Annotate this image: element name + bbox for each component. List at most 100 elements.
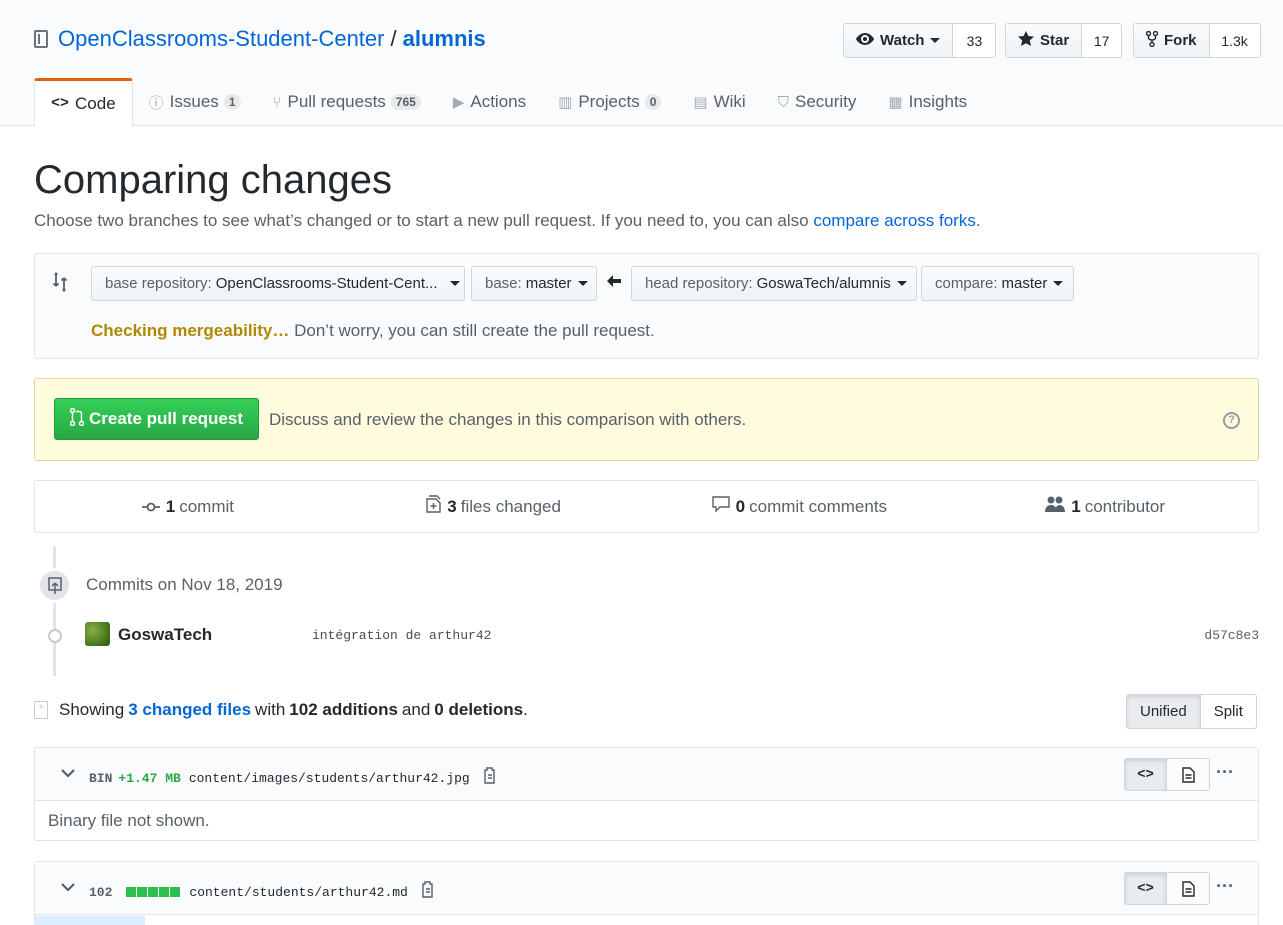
tab-security-label: Security — [794, 92, 857, 111]
file-stat-label: 102 — [89, 884, 113, 900]
base-repository-select[interactable]: base repository: OpenClassrooms-Student-… — [91, 266, 465, 301]
tab-wiki[interactable]: ▤ Wiki — [677, 78, 761, 126]
tab-actions[interactable]: ▶ Actions — [437, 78, 542, 126]
repo-title: OpenClassrooms-Student-Center / alumnis — [34, 26, 486, 52]
stat-comments[interactable]: 0 commit comments — [647, 481, 953, 532]
head-repository-select[interactable]: head repository: GoswaTech/alumnis — [631, 266, 917, 301]
issue-icon: ⓘ — [148, 94, 164, 112]
repo-owner-link[interactable]: OpenClassrooms-Student-Center — [58, 26, 384, 52]
tab-pull-requests[interactable]: ⑂ Pull requests 765 — [257, 78, 437, 126]
diff-summary-showing: Showing — [59, 700, 125, 719]
code-view-icon[interactable]: <> — [1125, 759, 1167, 790]
stat-comments-count: 0 — [735, 496, 746, 516]
chevron-down-icon — [896, 281, 907, 286]
chevron-down-icon[interactable] — [61, 879, 75, 897]
star-button[interactable]: Star — [1006, 24, 1083, 57]
unified-view-button[interactable]: Unified — [1127, 695, 1201, 728]
diffstat-block-added — [148, 887, 159, 897]
rich-view-icon[interactable] — [1167, 873, 1209, 904]
file-path[interactable]: content/images/students/arthur42.jpg — [189, 771, 470, 786]
stat-files[interactable]: 3 files changed — [341, 481, 647, 532]
projects-counter: 0 — [644, 94, 662, 110]
stat-commits[interactable]: 1 commit — [35, 481, 341, 532]
stat-commits-count: 1 — [165, 496, 176, 516]
head-repository-label: head repository: — [645, 275, 753, 292]
stat-contributors-label: contributor — [1084, 496, 1166, 516]
base-branch-label: base: — [485, 275, 522, 292]
rich-view-icon[interactable] — [1167, 759, 1209, 790]
page-title: Comparing changes — [34, 158, 392, 202]
repo-name-link[interactable]: alumnis — [403, 26, 486, 52]
pull-request-icon: ⑂ — [272, 93, 282, 111]
star-label: Star — [1040, 32, 1070, 49]
merge-status-note: Don’t worry, you can still create the pu… — [294, 321, 655, 340]
fork-button[interactable]: Fork — [1134, 24, 1210, 57]
tab-insights[interactable]: ▦ Insights — [872, 78, 983, 126]
tab-actions-label: Actions — [470, 92, 527, 111]
commit-sha[interactable]: d57c8e3 — [1204, 628, 1259, 643]
file-header: 102 content/students/arthur42.md <> ··· — [35, 862, 1258, 915]
watch-count[interactable]: 33 — [953, 24, 995, 57]
tab-security[interactable]: ⛉ Security — [762, 78, 873, 126]
watch-button[interactable]: Watch — [844, 24, 954, 57]
tab-pull-requests-label: Pull requests — [287, 92, 386, 111]
diffstat-block-added — [159, 887, 170, 897]
chevron-down-icon — [930, 38, 941, 43]
star-group: Star 17 — [1005, 23, 1123, 58]
diffstat-block-added — [126, 887, 137, 897]
diff-summary-with: with — [255, 700, 286, 719]
stat-files-count: 3 — [447, 496, 457, 516]
pull-requests-counter: 765 — [390, 94, 421, 110]
question-icon[interactable]: ? — [1223, 412, 1240, 429]
commit-message[interactable]: intégration de arthur42 — [312, 628, 491, 643]
create-pr-description: Discuss and review the changes in this c… — [269, 410, 747, 429]
people-icon — [1045, 496, 1066, 517]
stat-files-label: files changed — [460, 496, 561, 516]
merge-status-label: Checking mergeability… — [91, 321, 290, 340]
base-branch-select[interactable]: base: master — [471, 266, 597, 301]
fork-count[interactable]: 1.3k — [1210, 24, 1260, 57]
code-view-icon[interactable]: <> — [1125, 873, 1167, 904]
create-pull-request-button[interactable]: Create pull request — [54, 398, 259, 440]
file-diff: 102 content/students/arthur42.md <> ··· — [34, 861, 1259, 925]
changed-files-link[interactable]: 3 changed files — [128, 700, 251, 720]
avatar[interactable] — [85, 622, 110, 646]
diffstat-bar — [126, 887, 181, 897]
tab-projects[interactable]: ▥ Projects 0 — [542, 78, 677, 126]
merge-status: Checking mergeability… Don’t worry, you … — [91, 321, 655, 341]
project-icon: ▥ — [558, 94, 573, 111]
code-icon: <> — [51, 95, 70, 112]
split-view-button[interactable]: Split — [1201, 695, 1256, 728]
chevron-down-icon[interactable] — [61, 765, 75, 783]
file-path[interactable]: content/students/arthur42.md — [189, 885, 407, 900]
clipboard-icon[interactable] — [420, 881, 436, 903]
repo-header: OpenClassrooms-Student-Center / alumnis … — [0, 0, 1283, 127]
compare-swap-icon[interactable] — [52, 272, 71, 297]
commit-author[interactable]: GoswaTech — [118, 625, 212, 645]
chevron-down-icon — [577, 281, 588, 286]
file-info: BIN +1.47 MB content/images/students/art… — [89, 767, 498, 789]
compare-branch-label: compare: — [935, 275, 998, 292]
stat-comments-label: commit comments — [749, 496, 888, 516]
fork-label: Fork — [1164, 32, 1197, 49]
compare-branch-value: master — [1001, 275, 1048, 292]
compare-branch-select[interactable]: compare: master — [921, 266, 1074, 301]
compare-across-forks-link[interactable]: compare across forks. — [813, 211, 980, 230]
watch-group: Watch 33 — [843, 23, 997, 58]
stat-commits-label: commit — [179, 496, 234, 516]
more-options-icon[interactable]: ··· — [1216, 876, 1234, 897]
diff-summary-additions: 102 additions — [289, 700, 398, 719]
range-editor: base repository: OpenClassrooms-Student-… — [34, 253, 1259, 359]
tab-code[interactable]: <> Code — [34, 78, 133, 127]
graph-icon: ▦ — [888, 94, 903, 111]
create-pull-request-label: Create pull request — [89, 409, 243, 428]
diffstat-block-added — [170, 887, 181, 897]
clipboard-icon[interactable] — [482, 767, 498, 789]
tab-issues[interactable]: ⓘ Issues 1 — [133, 78, 257, 126]
issues-counter: 1 — [223, 94, 241, 110]
more-options-icon[interactable]: ··· — [1216, 762, 1234, 783]
base-branch-value: master — [525, 275, 572, 292]
file-stat-label: BIN — [89, 770, 113, 786]
star-count[interactable]: 17 — [1082, 24, 1121, 57]
stat-contributors[interactable]: 1 contributor — [952, 481, 1258, 532]
